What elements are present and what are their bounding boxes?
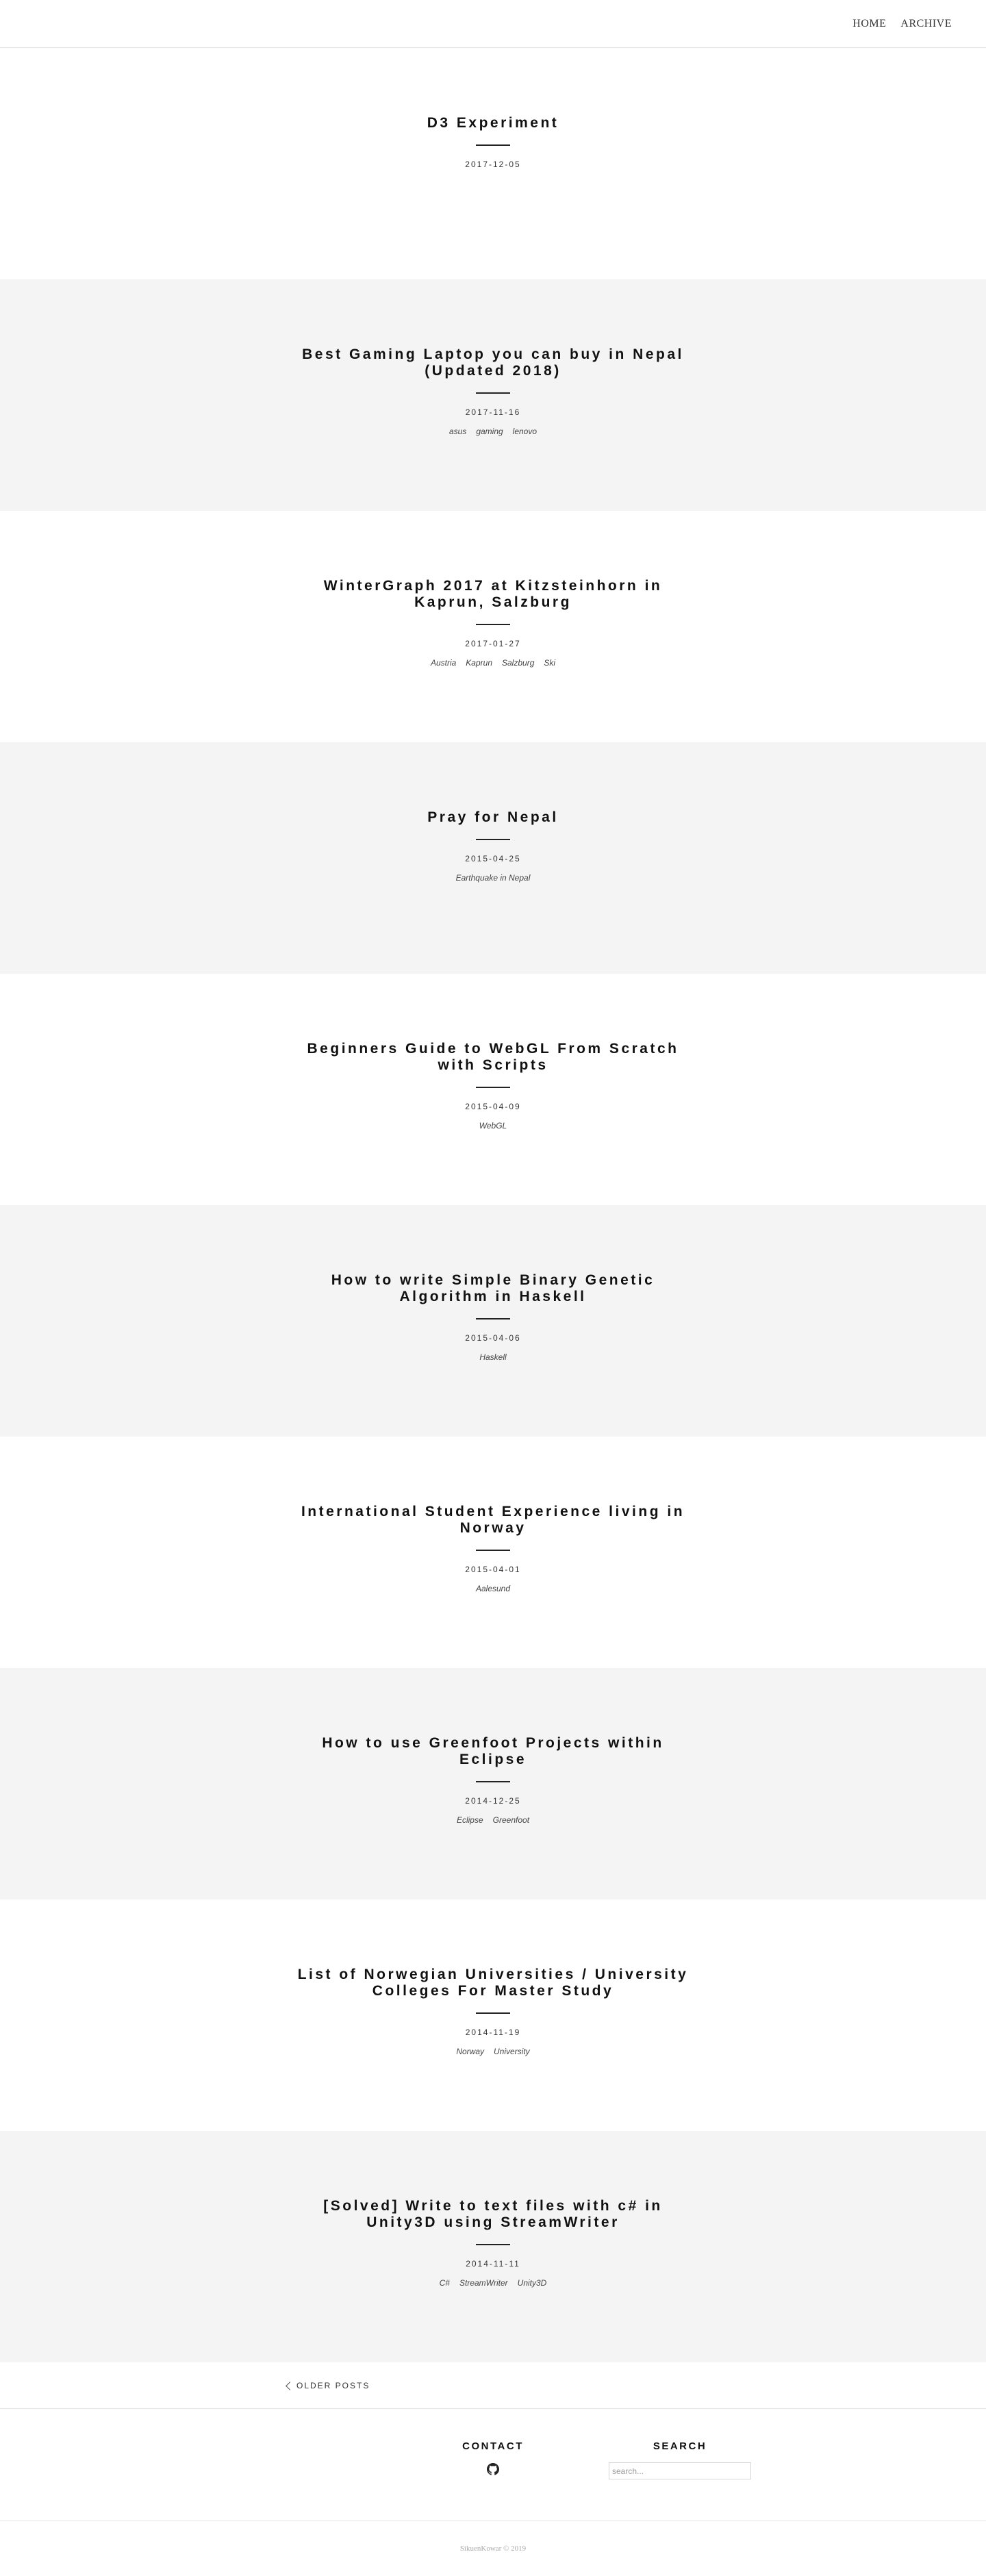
title-divider [476,1318,510,1319]
post-tag-link[interactable]: Unity3D [518,2278,547,2288]
nav-home-link[interactable]: HOME [852,18,886,30]
title-divider [476,1087,510,1088]
post-title-link[interactable]: Beginners Guide to WebGL From Scratch wi… [288,1041,698,1074]
title-divider [476,2244,510,2245]
post-tag-link[interactable]: asus [449,427,466,436]
post-date: 2015-04-01 [465,1565,521,1574]
chevron-left-icon [286,2381,294,2390]
post-date: 2017-01-27 [465,639,521,648]
post-date: 2014-12-25 [465,1796,521,1806]
post-title-link[interactable]: International Student Experience living … [288,1504,698,1537]
copyright-text: SikuenKowar © 2019 [459,2545,527,2553]
older-posts-link[interactable]: OLDER POSTS [286,2381,370,2390]
post-card: [Solved] Write to text files with c# in … [0,2131,986,2362]
search-heading: SEARCH [653,2440,707,2452]
contact-section: CONTACT [452,2440,534,2479]
post-tag-link[interactable]: Ski [544,658,555,668]
post-card: Best Gaming Laptop you can buy in Nepal … [0,279,986,511]
post-title-link[interactable]: WinterGraph 2017 at Kitzsteinhorn in Kap… [288,578,698,611]
post-tags: Norway University [456,2047,529,2056]
post-tag-link[interactable]: Haskell [479,1352,506,1362]
post-tag-link[interactable]: Earthquake in Nepal [456,873,531,883]
post-tag-link[interactable]: University [494,2047,530,2056]
post-tags: Eclipse Greenfoot [457,1815,529,1825]
github-icon[interactable] [487,2463,499,2475]
post-title-link[interactable]: List of Norwegian Universities / Univers… [288,1967,698,1999]
post-list: D3 Experiment 2017-12-05 Best Gaming Lapto… [0,48,986,2362]
site-header: HOME ARCHIVE [0,0,986,48]
post-date: 2014-11-19 [465,2028,521,2037]
post-card: International Student Experience living … [0,1437,986,1668]
post-card: Beginners Guide to WebGL From Scratch wi… [0,974,986,1205]
contact-heading: CONTACT [462,2440,524,2452]
post-date: 2015-04-06 [465,1333,521,1343]
post-tag-link[interactable]: Greenfoot [493,1815,529,1825]
site-footer: CONTACT SEARCH [0,2409,986,2521]
post-card: List of Norwegian Universities / Univers… [0,1899,986,2131]
title-divider [476,624,510,625]
post-tags: Austria Kaprun Salzburg Ski [431,658,555,668]
post-tag-link[interactable]: gaming [476,427,503,436]
post-date: 2015-04-25 [465,854,521,863]
post-card: D3 Experiment 2017-12-05 [0,48,986,279]
post-tags: Earthquake in Nepal [456,873,531,883]
post-card: How to use Greenfoot Projects within Ecl… [0,1668,986,1899]
post-title-link[interactable]: How to write Simple Binary Genetic Algor… [288,1272,698,1305]
post-tag-link[interactable]: Eclipse [457,1815,483,1825]
post-card: Pray for Nepal 2015-04-25 Earthquake in Ne… [0,742,986,974]
post-tag-link[interactable]: Norway [456,2047,484,2056]
title-divider [476,392,510,394]
post-title-link[interactable]: Pray for Nepal [288,809,698,826]
pagination: OLDER POSTS [0,2362,986,2409]
post-tags: Haskell [479,1352,506,1362]
title-divider [476,1550,510,1551]
post-card: How to write Simple Binary Genetic Algor… [0,1205,986,1437]
title-divider [476,1781,510,1782]
post-card: WinterGraph 2017 at Kitzsteinhorn in Kap… [0,511,986,742]
post-tag-link[interactable]: C# [440,2278,450,2288]
post-tag-link[interactable]: StreamWriter [459,2278,508,2288]
post-date: 2017-11-16 [465,407,521,417]
title-divider [476,144,510,146]
post-tag-link[interactable]: lenovo [513,427,537,436]
main-nav: HOME ARCHIVE [852,18,952,30]
nav-archive-link[interactable]: ARCHIVE [900,18,952,30]
post-title-link[interactable]: [Solved] Write to text files with c# in … [288,2198,698,2231]
search-input[interactable] [609,2462,751,2479]
search-section: SEARCH [609,2440,751,2479]
post-tag-link[interactable]: Austria [431,658,456,668]
post-tags: C# StreamWriter Unity3D [440,2278,547,2288]
post-tags: Aalesund [476,1584,510,1593]
post-tag-link[interactable]: WebGL [479,1121,507,1131]
post-date: 2015-04-09 [465,1102,521,1111]
older-posts-label: OLDER POSTS [296,2381,370,2390]
post-tags: asus gaming lenovo [449,427,537,436]
title-divider [476,839,510,840]
title-divider [476,2012,510,2014]
post-title-link[interactable]: How to use Greenfoot Projects within Ecl… [288,1735,698,1768]
post-tags: WebGL [479,1121,507,1131]
post-tag-link[interactable]: Aalesund [476,1584,510,1593]
post-title-link[interactable]: Best Gaming Laptop you can buy in Nepal … [288,346,698,379]
post-tag-link[interactable]: Salzburg [502,658,534,668]
post-title-link[interactable]: D3 Experiment [288,115,698,131]
post-date: 2017-12-05 [465,160,521,169]
post-date: 2014-11-11 [466,2259,520,2269]
post-tag-link[interactable]: Kaprun [466,658,492,668]
